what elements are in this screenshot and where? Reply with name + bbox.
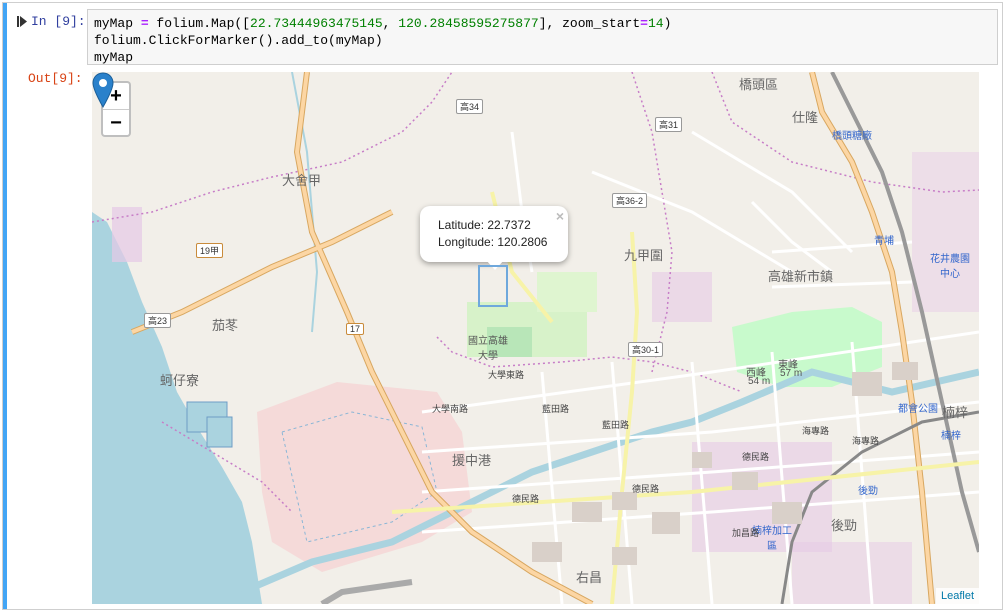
- shield-23: 高23: [144, 313, 172, 328]
- road-haizhuan-2: 海專路: [852, 436, 880, 446]
- label-east-peak-height: 57 m: [780, 368, 803, 379]
- marker-popup: × Latitude: 22.7372 Longitude: 120.2806: [420, 206, 568, 262]
- leaflet-map[interactable]: 橋頭區 仕隆 橋頭糖廠 大舍甲 九甲圍 高雄新市鎮 茄苳 國立高雄大學 蚵仔寮 …: [92, 72, 979, 604]
- zoom-out-button[interactable]: −: [103, 110, 129, 136]
- label-zhouzailiao: 蚵仔寮: [160, 373, 200, 388]
- shield-31: 高31: [655, 117, 683, 132]
- output-prompt: Out[9]:: [28, 71, 83, 86]
- shield-17: 17: [346, 323, 365, 335]
- label-houjin: 後勁: [831, 518, 858, 533]
- code-token-lat: 22.73444963475145: [250, 16, 383, 31]
- code-token-call: folium.Map([: [156, 16, 251, 31]
- label-qiaotou-station: 橋頭糖廠: [832, 131, 872, 142]
- road-demin-3: 德民路: [742, 452, 770, 462]
- notebook-cell: In [9]: myMap = folium.Map([22.734449634…: [2, 2, 1003, 610]
- code-token-end: ): [663, 16, 672, 31]
- road-jiachang: 加昌路: [732, 528, 760, 538]
- road-daxue-south: 大學南路: [432, 404, 469, 414]
- shield-36-2: 高36-2: [612, 193, 648, 208]
- marker-selection-box: [478, 265, 508, 307]
- popup-latitude: Latitude: 22.7372: [438, 218, 531, 232]
- label-nanzi: 楠梓: [942, 405, 969, 420]
- cell-selection-bar: [3, 3, 7, 609]
- popup-close-button[interactable]: ×: [556, 208, 564, 225]
- label-jiuhuakuang: 九甲圍: [624, 248, 664, 263]
- input-prompt: In [9]:: [31, 14, 86, 29]
- leaflet-attribution-link[interactable]: Leaflet: [935, 588, 979, 604]
- code-token-sep: ,: [382, 16, 399, 31]
- shield-19: 19甲: [196, 243, 224, 258]
- label-qiaotou: 橋頭區: [739, 77, 779, 92]
- label-yuanzhonggang: 援中港: [452, 453, 492, 468]
- code-line-2: folium.ClickForMarker().add_to(myMap): [94, 33, 383, 48]
- popup-longitude: Longitude: 120.2806: [438, 235, 548, 249]
- road-haizhuan: 海專路: [802, 426, 830, 436]
- code-token-zoom: 14: [647, 16, 664, 31]
- code-token-var: myMap: [94, 16, 134, 31]
- road-lantian: 藍田路: [542, 404, 570, 414]
- label-national-university: 國立高雄大學: [468, 336, 508, 362]
- label-huajing: 花井農園中心: [930, 254, 970, 280]
- label-youchang: 右昌: [576, 570, 603, 585]
- label-metro-park: 都會公園: [898, 404, 938, 415]
- code-token-lon: 120.28458595275877: [398, 16, 539, 31]
- label-houjin-station: 後勁: [858, 486, 878, 497]
- code-input[interactable]: myMap = folium.Map([22.73444963475145, 1…: [87, 9, 998, 65]
- road-lantian-2: 藍田路: [602, 420, 630, 430]
- label-zilong: 仕隆: [792, 110, 819, 125]
- code-line-3: myMap: [94, 50, 134, 65]
- road-demin-2: 德民路: [632, 484, 660, 494]
- road-demin: 德民路: [512, 494, 540, 504]
- code-token-op: =: [133, 16, 157, 31]
- shield-34: 高34: [456, 99, 484, 114]
- label-dasheja: 大舍甲: [282, 173, 322, 188]
- label-west-peak-height: 54 m: [748, 376, 771, 387]
- shield-30-1: 高30-1: [628, 342, 664, 357]
- code-token-kw: ], zoom_start: [538, 16, 641, 31]
- label-nanzi-right: 楠梓: [941, 431, 961, 442]
- label-qingpu: 青埔: [874, 236, 894, 247]
- run-cell-icon[interactable]: [17, 15, 27, 28]
- label-kaohsiung-new-town: 高雄新市鎮: [768, 269, 834, 284]
- map-marker-icon[interactable]: [92, 72, 114, 108]
- road-daxue-east: 大學東路: [488, 370, 525, 380]
- label-qiedong: 茄苳: [212, 318, 239, 333]
- code-token-op2: =: [640, 16, 648, 31]
